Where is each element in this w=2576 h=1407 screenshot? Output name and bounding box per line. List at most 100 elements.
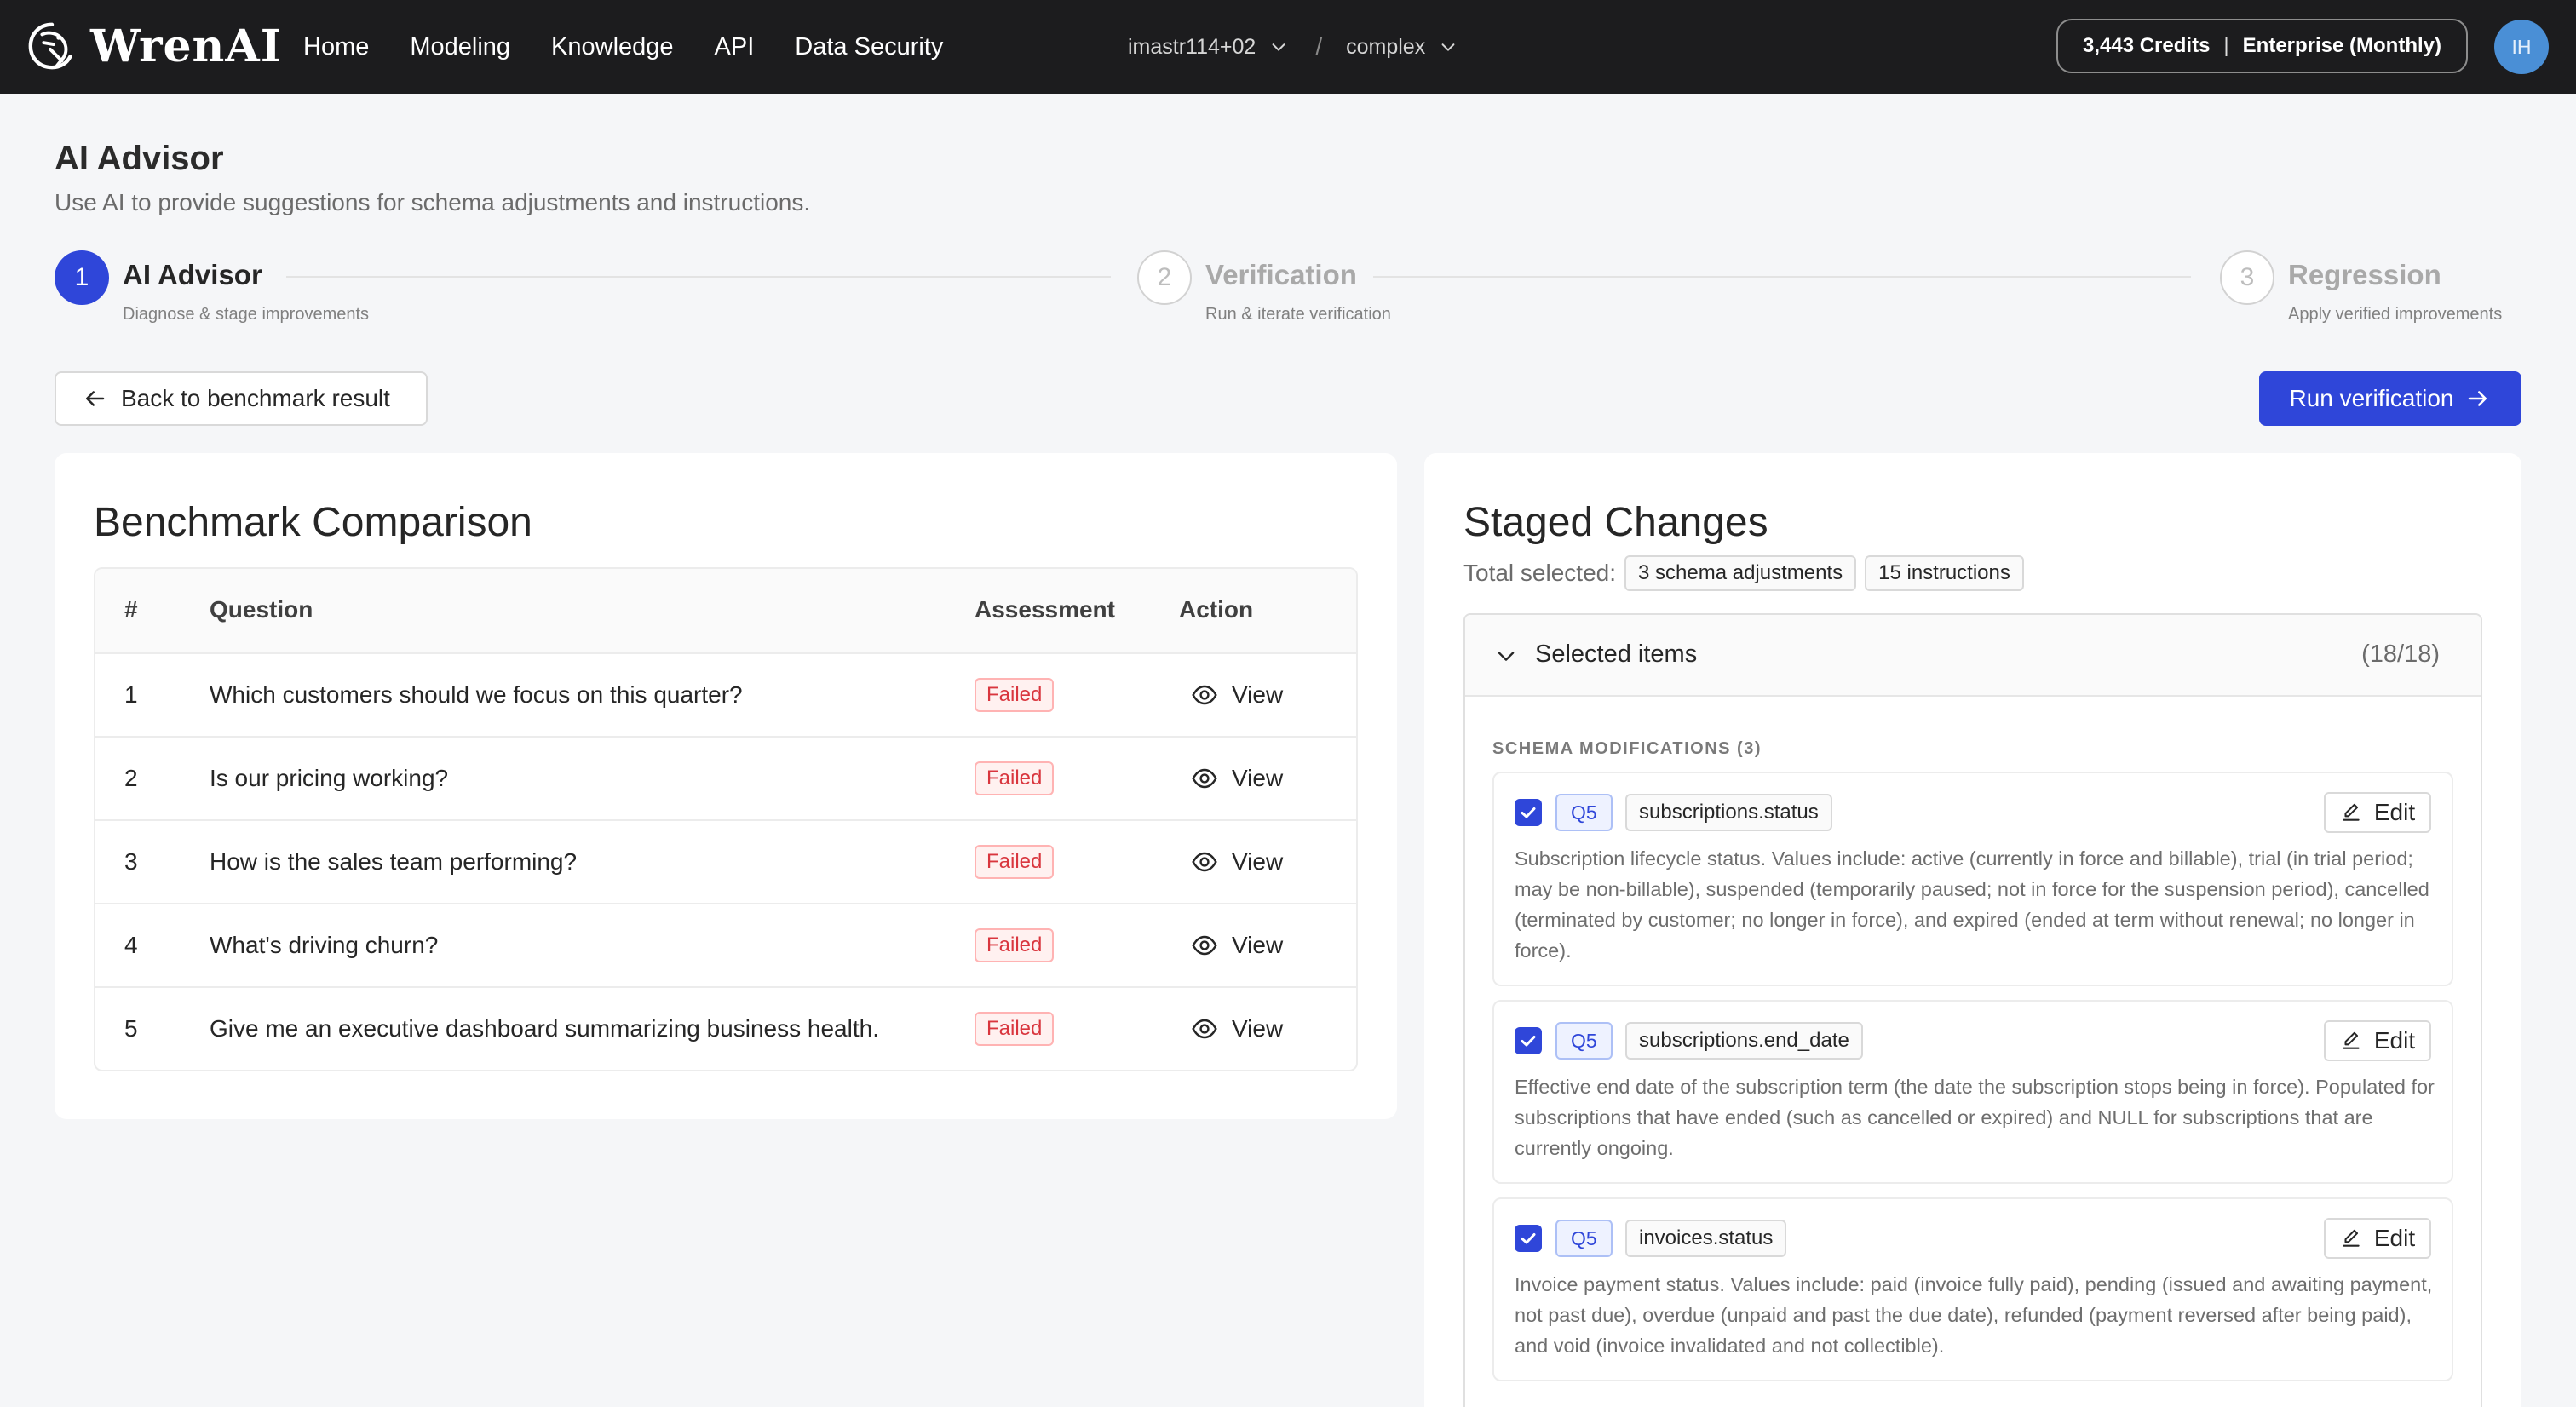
pencil-icon	[2343, 1229, 2360, 1247]
total-selected-label: Total selected:	[1463, 560, 1616, 586]
item-description: Invoice payment status. Values include: …	[1515, 1273, 2433, 1357]
row-question: Which customers should we focus on this …	[210, 681, 743, 708]
failed-status-badge: Failed	[975, 928, 1055, 962]
project-selector: imastr114+02 / complex	[1128, 0, 1458, 94]
arrow-left-icon	[86, 391, 105, 406]
row-question: What's driving churn?	[210, 932, 439, 958]
item-checkbox[interactable]	[1515, 1027, 1542, 1054]
pencil-icon	[2343, 1031, 2360, 1049]
benchmark-title: Benchmark Comparison	[94, 500, 532, 545]
back-to-benchmark-button[interactable]: Back to benchmark result	[55, 371, 428, 426]
row-question: Is our pricing working?	[210, 765, 449, 791]
edit-label: Edit	[2373, 1225, 2416, 1251]
step-description: Apply verified improvements	[2288, 305, 2503, 324]
main-nav: Home Modeling Knowledge API Data Securit…	[303, 0, 984, 94]
view-button[interactable]: View	[1191, 821, 1283, 903]
table-row: 3 How is the sales team performing? Fail…	[95, 819, 1356, 903]
column-header-action: Action	[1179, 596, 1254, 623]
step-connector	[286, 276, 1111, 278]
selected-items-label: Selected items	[1535, 640, 1698, 668]
view-label: View	[1232, 681, 1284, 708]
step-description: Diagnose & stage improvements	[123, 305, 370, 324]
eye-icon	[1192, 685, 1217, 705]
checkmark-icon	[1521, 1036, 1536, 1047]
nav-item-api[interactable]: API	[715, 33, 755, 61]
staged-changes-title: Staged Changes	[1463, 500, 1768, 545]
credits-count: 3,443 Credits	[2083, 34, 2211, 57]
table-row: 1 Which customers should we focus on thi…	[95, 652, 1356, 736]
row-number: 4	[124, 932, 138, 958]
column-header-number: #	[124, 596, 138, 623]
selected-items-collapse-header[interactable]: Selected items (18/18)	[1465, 615, 2481, 697]
instructions-count-tag: 15 instructions	[1865, 555, 2024, 591]
schema-adjustments-count-tag: 3 schema adjustments	[1624, 555, 1857, 591]
view-button[interactable]: View	[1191, 738, 1283, 819]
step-number: 1	[55, 250, 109, 305]
schema-modification-item: Q5 subscriptions.status Edit Subscriptio…	[1492, 772, 2453, 986]
column-name-tag: subscriptions.end_date	[1625, 1022, 1863, 1060]
benchmark-comparison-card: Benchmark Comparison # Question Assessme…	[55, 453, 1397, 1119]
question-tag: Q5	[1555, 794, 1613, 831]
edit-button[interactable]: Edit	[2324, 1020, 2431, 1061]
edit-label: Edit	[2373, 799, 2416, 825]
edit-button[interactable]: Edit	[2324, 1218, 2431, 1259]
nav-item-knowledge[interactable]: Knowledge	[551, 33, 674, 61]
step-number: 3	[2220, 250, 2274, 305]
view-button[interactable]: View	[1191, 988, 1283, 1070]
table-header-row: # Question Assessment Action	[95, 569, 1356, 652]
view-button[interactable]: View	[1191, 654, 1283, 736]
dataset-selector[interactable]: complex	[1346, 35, 1458, 60]
nav-item-modeling[interactable]: Modeling	[410, 33, 510, 61]
eye-icon	[1192, 1019, 1217, 1039]
item-checkbox[interactable]	[1515, 1225, 1542, 1252]
nav-item-home[interactable]: Home	[303, 33, 369, 61]
step-number: 2	[1137, 250, 1192, 305]
page-title: AI Advisor	[55, 140, 224, 177]
step-title: Regression	[2288, 259, 2441, 290]
edit-button[interactable]: Edit	[2324, 792, 2431, 833]
question-tag: Q5	[1555, 1022, 1613, 1060]
view-label: View	[1232, 1015, 1284, 1042]
credits-plan-badge[interactable]: 3,443 Credits | Enterprise (Monthly)	[2056, 19, 2468, 73]
pencil-icon	[2343, 803, 2360, 821]
back-button-label: Back to benchmark result	[121, 385, 390, 411]
eye-icon	[1192, 852, 1217, 872]
failed-status-badge: Failed	[975, 678, 1055, 712]
schema-modification-item: Q5 subscriptions.end_date Edit Effective…	[1492, 1000, 2453, 1184]
user-avatar[interactable]: IH	[2494, 20, 2549, 74]
benchmark-table: # Question Assessment Action 1 Which cus…	[94, 567, 1358, 1071]
row-question: How is the sales team performing?	[210, 848, 578, 875]
item-checkbox[interactable]	[1515, 799, 1542, 826]
run-verification-button[interactable]: Run verification	[2259, 371, 2521, 426]
view-button[interactable]: View	[1191, 904, 1283, 986]
checkmark-icon	[1521, 807, 1536, 818]
row-number: 2	[124, 765, 138, 791]
wrenai-logo[interactable]: WrenAI	[26, 19, 282, 73]
plan-name: Enterprise (Monthly)	[2242, 34, 2441, 57]
view-label: View	[1232, 932, 1284, 958]
nav-item-data-security[interactable]: Data Security	[795, 33, 943, 61]
run-button-label: Run verification	[2289, 385, 2454, 411]
eye-icon	[1192, 768, 1217, 789]
row-number: 5	[124, 1015, 138, 1042]
top-navigation-bar: WrenAI Home Modeling Knowledge API Data …	[0, 0, 2576, 94]
arrow-right-icon	[2469, 391, 2487, 406]
column-header-question: Question	[210, 596, 313, 623]
workspace-name: imastr114+02	[1128, 34, 1256, 59]
credits-separator: |	[2223, 34, 2229, 57]
workspace-selector[interactable]: imastr114+02	[1128, 35, 1288, 60]
chevron-down-icon	[1272, 43, 1285, 51]
failed-status-badge: Failed	[975, 1012, 1055, 1046]
question-tag: Q5	[1555, 1220, 1613, 1257]
breadcrumb-separator: /	[1315, 33, 1323, 60]
eye-icon	[1192, 935, 1217, 956]
selected-items-panel: Selected items (18/18) SCHEMA MODIFICATI…	[1463, 613, 2482, 1407]
chevron-down-icon	[1498, 652, 1515, 661]
step-connector	[1373, 276, 2191, 278]
wren-bird-icon	[28, 22, 72, 70]
table-row: 5 Give me an executive dashboard summari…	[95, 986, 1356, 1070]
item-description: Subscription lifecycle status. Values in…	[1515, 847, 2429, 962]
table-row: 4 What's driving churn? Failed View	[95, 903, 1356, 986]
column-name-tag: subscriptions.status	[1625, 794, 1832, 831]
schema-modification-item: Q5 invoices.status Edit Invoice payment …	[1492, 1197, 2453, 1381]
